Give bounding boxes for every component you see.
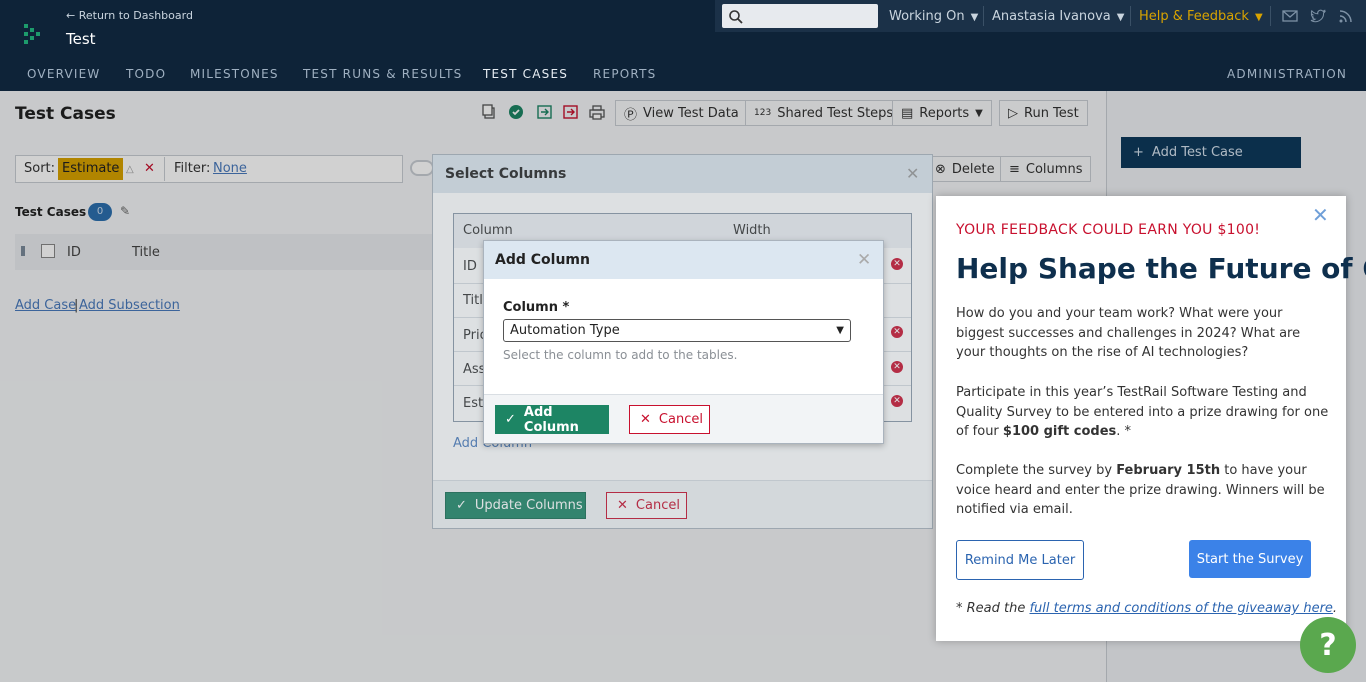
chevron-down-icon: ▼ xyxy=(836,325,844,336)
survey-kicker: YOUR FEEDBACK COULD EARN YOU $100! xyxy=(956,222,1261,238)
text: . xyxy=(1332,601,1338,616)
terms-link[interactable]: full terms and conditions of the giveawa… xyxy=(1029,601,1332,616)
rss-icon[interactable] xyxy=(1338,8,1354,24)
close-icon: ✕ xyxy=(640,412,651,427)
return-to-dashboard-link[interactable]: ← Return to Dashboard xyxy=(66,9,193,22)
bold-text: $100 gift codes xyxy=(1002,424,1117,439)
survey-terms: * Read the full terms and conditions of … xyxy=(956,601,1337,616)
divider xyxy=(1130,6,1131,26)
cancel-label: Cancel xyxy=(658,412,703,427)
close-icon[interactable]: ✕ xyxy=(857,250,871,270)
help-feedback-menu[interactable]: Help & Feedback ▼ xyxy=(1139,9,1263,24)
column-select[interactable]: Automation Type ▼ xyxy=(503,319,851,342)
search-input[interactable] xyxy=(722,4,878,28)
add-column-button[interactable]: ✓ Add Column xyxy=(495,404,609,435)
search-icon xyxy=(729,10,743,24)
divider xyxy=(1270,6,1271,26)
cancel-button[interactable]: ✕ Cancel xyxy=(629,405,710,434)
mail-icon[interactable] xyxy=(1282,8,1298,24)
tab-todo[interactable]: TODO xyxy=(126,67,166,81)
column-select-value: Automation Type xyxy=(510,323,620,338)
help-bubble-button[interactable]: ? xyxy=(1300,617,1356,673)
divider xyxy=(983,6,984,26)
testrail-logo-icon[interactable] xyxy=(22,22,42,46)
tab-reports[interactable]: REPORTS xyxy=(593,67,656,81)
dialog-title: Add Column xyxy=(495,252,590,268)
project-title: Test xyxy=(66,30,96,48)
remind-me-later-button[interactable]: Remind Me Later xyxy=(956,540,1084,580)
working-on-menu[interactable]: Working On ▼ xyxy=(889,9,978,24)
survey-title: Help Shape the Future of QA xyxy=(956,252,1366,285)
bold-text: February 15th xyxy=(1116,463,1221,478)
survey-paragraph-1: How do you and your team work? What were… xyxy=(956,306,1301,360)
chevron-down-icon: ▼ xyxy=(1254,12,1263,23)
start-survey-button[interactable]: Start the Survey xyxy=(1189,540,1311,578)
text: . * xyxy=(1116,424,1132,439)
twitter-icon[interactable] xyxy=(1310,8,1326,24)
tab-test-cases[interactable]: TEST CASES xyxy=(483,67,568,81)
column-field-label: Column * xyxy=(503,300,570,315)
add-column-label: Add Column xyxy=(523,404,579,435)
chevron-down-icon: ▼ xyxy=(1116,12,1125,23)
tab-overview[interactable]: OVERVIEW xyxy=(27,67,101,81)
text: * Read the xyxy=(956,601,1030,616)
main-nav: OVERVIEW TODO MILESTONES TEST RUNS & RES… xyxy=(0,62,1366,90)
user-menu[interactable]: Anastasia Ivanova ▼ xyxy=(992,9,1124,24)
working-on-label: Working On xyxy=(889,9,965,24)
survey-paragraph-2: Participate in this year’s TestRail Soft… xyxy=(956,383,1331,442)
tab-test-runs-results[interactable]: TEST RUNS & RESULTS xyxy=(303,67,462,81)
tab-administration[interactable]: ADMINISTRATION xyxy=(1227,67,1347,81)
help-feedback-label: Help & Feedback xyxy=(1139,9,1249,24)
tab-milestones[interactable]: MILESTONES xyxy=(190,67,279,81)
survey-paragraph-3: Complete the survey by February 15th to … xyxy=(956,461,1331,520)
user-name: Anastasia Ivanova xyxy=(992,9,1111,24)
text: Complete the survey by xyxy=(956,463,1117,478)
chevron-down-icon: ▼ xyxy=(970,12,979,23)
column-field-help: Select the column to add to the tables. xyxy=(503,348,738,362)
check-icon: ✓ xyxy=(505,412,516,427)
close-icon[interactable]: ✕ xyxy=(1312,203,1329,227)
